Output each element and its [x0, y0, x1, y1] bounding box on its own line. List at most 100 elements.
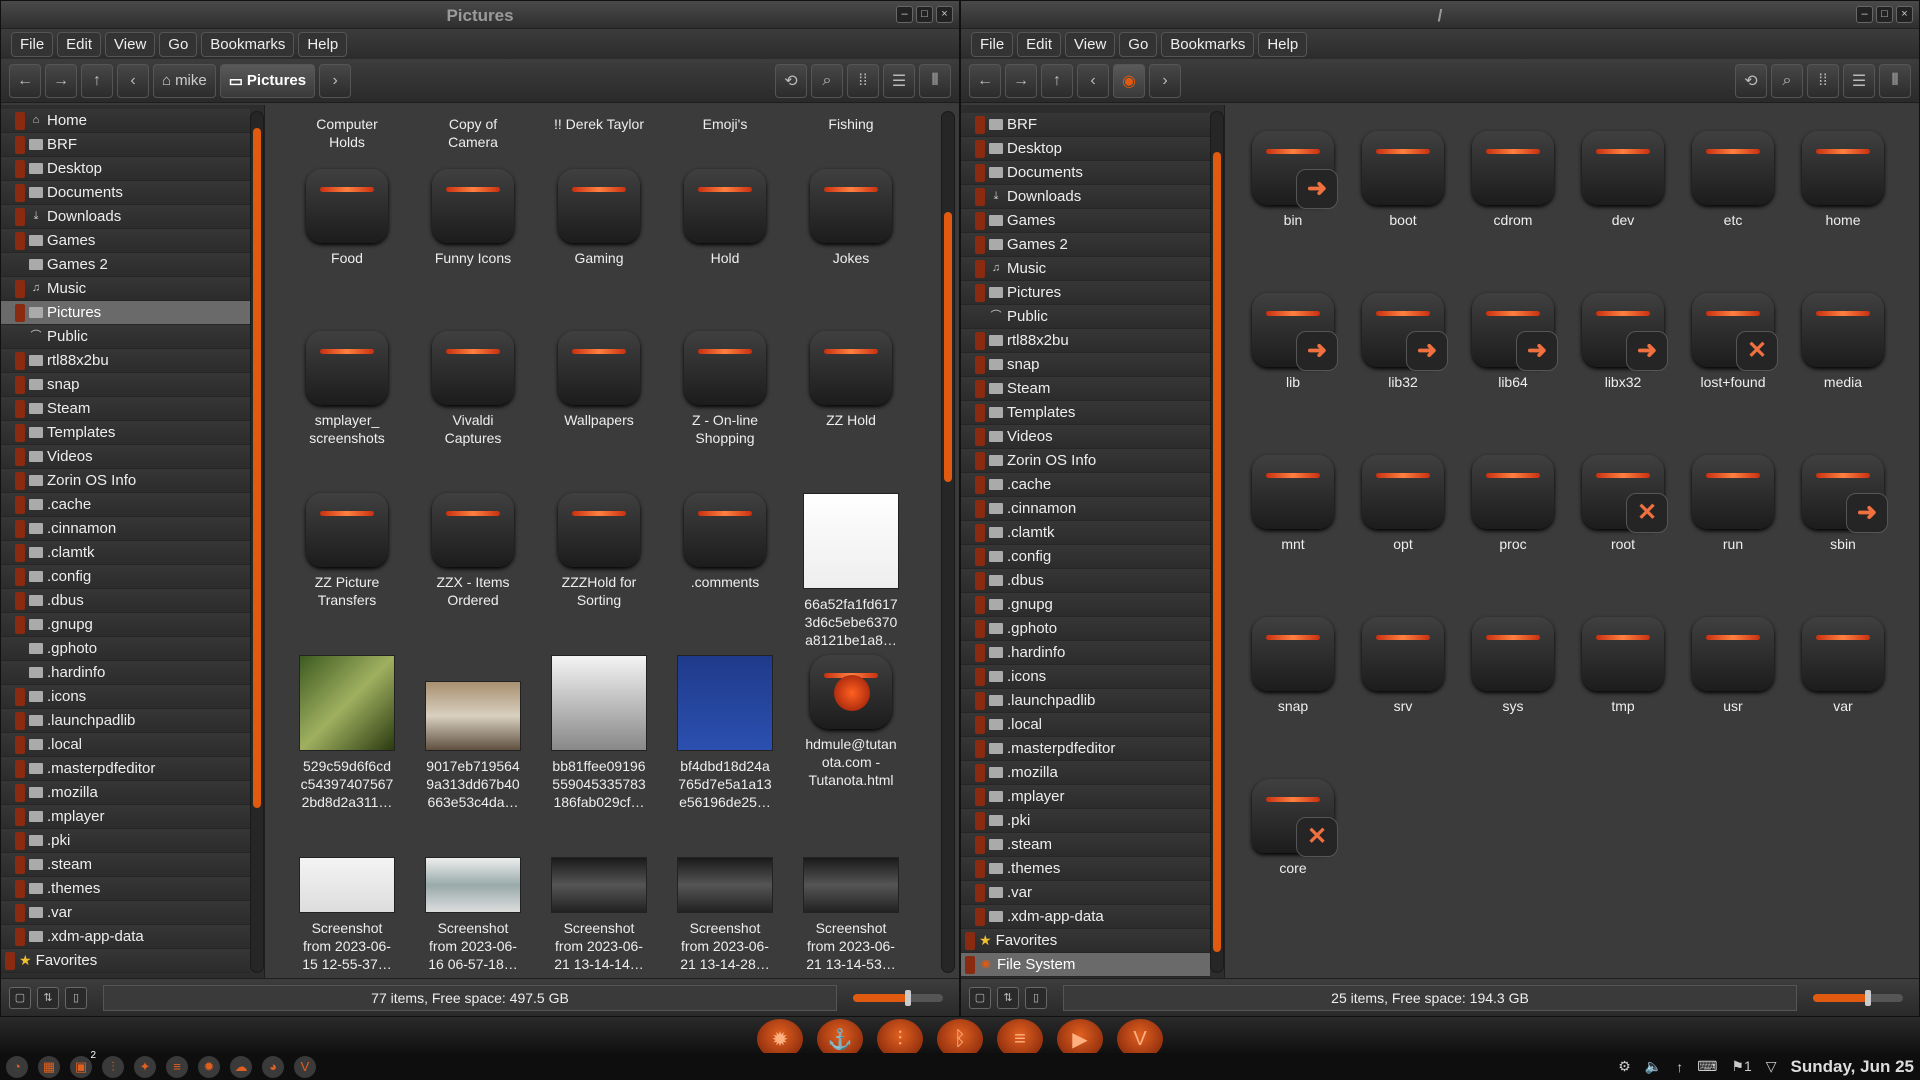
sidebar-item-gphoto[interactable]: .gphoto	[961, 617, 1210, 641]
file-item[interactable]: ✕ root	[1571, 455, 1675, 553]
expander-icon[interactable]	[975, 667, 985, 686]
file-item[interactable]: tmp	[1571, 617, 1675, 715]
sidebar-item-hardinfo[interactable]: .hardinfo	[1, 661, 250, 685]
file-item[interactable]: cdrom	[1461, 131, 1565, 229]
expander-icon[interactable]	[15, 735, 25, 754]
file-item[interactable]: Gaming	[537, 169, 661, 267]
expander-icon[interactable]	[975, 571, 985, 590]
icon-view-button[interactable]: ⁞⁞	[1807, 63, 1839, 98]
expander-icon[interactable]	[15, 807, 25, 826]
expander-icon[interactable]	[975, 355, 985, 374]
expander-icon[interactable]	[975, 715, 985, 734]
start-menu-icon[interactable]: ◔	[6, 1055, 28, 1078]
file-item[interactable]: srv	[1351, 617, 1455, 715]
sidebar-item-pictures[interactable]: Pictures	[961, 281, 1210, 305]
menu-file[interactable]: File	[11, 31, 54, 57]
expander-icon[interactable]	[15, 399, 25, 418]
expander-icon[interactable]	[975, 595, 985, 614]
sidebar-item-favorites[interactable]: ★ Favorites	[1, 949, 250, 973]
expander-icon[interactable]	[15, 903, 25, 922]
wifi-icon[interactable]: ▽	[1766, 1058, 1777, 1075]
sidebar-item-brf[interactable]: BRF	[961, 113, 1210, 137]
sidebar-item-mozilla[interactable]: .mozilla	[1, 781, 250, 805]
menu-help[interactable]: Help	[298, 31, 348, 57]
sidebar-item-clamtk[interactable]: .clamtk	[1, 541, 250, 565]
expander-icon[interactable]	[15, 375, 25, 394]
titlebar[interactable]: / – □ ×	[961, 1, 1919, 29]
sidebar-item-videos[interactable]: Videos	[961, 425, 1210, 449]
expander-icon[interactable]	[15, 927, 25, 946]
file-item[interactable]: Vivaldi Captures	[411, 331, 535, 447]
breadcrumb-mike[interactable]: ⌂ mike	[153, 63, 216, 98]
mixer-icon[interactable]: ⫶	[102, 1055, 124, 1078]
sidebar-item-themes[interactable]: .themes	[961, 857, 1210, 881]
sidebar-item-gphoto[interactable]: .gphoto	[1, 637, 250, 661]
expander-icon[interactable]	[975, 403, 985, 422]
expander-icon[interactable]	[975, 523, 985, 542]
sidebar-item-rtl88x2bu[interactable]: rtl88x2bu	[1, 349, 250, 373]
sidebar-item-themes[interactable]: .themes	[1, 877, 250, 901]
sidebar-item-snap[interactable]: snap	[961, 353, 1210, 377]
sidebar-item-mplayer[interactable]: .mplayer	[961, 785, 1210, 809]
up-button[interactable]: ↑	[81, 63, 113, 98]
sidebar-item-zorin-os-info[interactable]: Zorin OS Info	[961, 449, 1210, 473]
expander-icon[interactable]	[975, 499, 985, 518]
search-button[interactable]: ⌕	[1771, 63, 1803, 98]
file-item[interactable]: 66a52fa1fd617 3d6c5ebe6370 a8121be1a8…	[789, 493, 913, 649]
file-item[interactable]: media	[1791, 293, 1895, 391]
file-item[interactable]: bf4dbd18d24a 765d7e5a1a13 e56196de25…	[663, 655, 787, 811]
list-view-button[interactable]: ☰	[1843, 63, 1875, 98]
sidebar-item-launchpadlib[interactable]: .launchpadlib	[961, 689, 1210, 713]
sidebar-item-mozilla[interactable]: .mozilla	[961, 761, 1210, 785]
titlebar[interactable]: Pictures – □ ×	[1, 1, 959, 29]
expander-icon[interactable]	[15, 543, 25, 562]
sidebar-item-games[interactable]: Games	[1, 229, 250, 253]
breadcrumb-left-button[interactable]: ‹	[1077, 63, 1109, 98]
file-item[interactable]: .comments	[663, 493, 787, 591]
back-button[interactable]: ←	[969, 63, 1001, 98]
sidebar-item-favorites[interactable]: ★ Favorites	[961, 929, 1210, 953]
sidebar-item-dbus[interactable]: .dbus	[961, 569, 1210, 593]
toggle-terminal-button[interactable]: ▯	[1025, 986, 1047, 1009]
compact-view-button[interactable]: ⦀	[919, 63, 951, 98]
expander-icon[interactable]	[15, 591, 25, 610]
file-item[interactable]: opt	[1351, 455, 1455, 553]
file-item[interactable]: Screenshot from 2023-06- 21 13-14-53…	[789, 817, 913, 973]
volume-icon[interactable]: 🔈	[1645, 1058, 1662, 1075]
file-item[interactable]: ZZZHold for Sorting	[537, 493, 661, 609]
expander-icon[interactable]	[975, 331, 985, 350]
expander-icon[interactable]	[965, 955, 975, 974]
sidebar-item-public[interactable]: ⌒ Public	[1, 325, 250, 349]
keyboard-icon[interactable]: ⌨	[1697, 1058, 1717, 1075]
expander-icon[interactable]	[975, 811, 985, 830]
file-item[interactable]: Emoji's	[663, 115, 787, 133]
breadcrumb-right-button[interactable]: ›	[319, 63, 352, 98]
expander-icon[interactable]	[975, 787, 985, 806]
expander-icon[interactable]	[15, 687, 25, 706]
sidebar-item-music[interactable]: ♫ Music	[1, 277, 250, 301]
file-item[interactable]: ➜ lib	[1241, 293, 1345, 391]
file-item[interactable]: Screenshot from 2023-06- 15 12-55-37…	[285, 817, 409, 973]
sidebar-item-gnupg[interactable]: .gnupg	[1, 613, 250, 637]
expander-icon[interactable]	[15, 855, 25, 874]
file-view-scrollbar[interactable]	[941, 111, 955, 973]
expander-icon[interactable]	[15, 183, 25, 202]
sidebar-item-mplayer[interactable]: .mplayer	[1, 805, 250, 829]
breadcrumb-left-button[interactable]: ‹	[117, 63, 149, 98]
file-item[interactable]: ➜ sbin	[1791, 455, 1895, 553]
expander-icon[interactable]	[15, 423, 25, 442]
sidebar-item-steam[interactable]: .steam	[1, 853, 250, 877]
expander-icon[interactable]	[15, 207, 25, 226]
file-item[interactable]: bb81ffee09196 559045335783 186fab029cf…	[537, 655, 661, 811]
expander-icon[interactable]	[15, 159, 25, 178]
file-item[interactable]: ZZ Hold	[789, 331, 913, 429]
reload-button[interactable]: ⟲	[1735, 63, 1767, 98]
expander-icon[interactable]	[5, 951, 15, 970]
file-item[interactable]: dev	[1571, 131, 1675, 229]
sidebar-item-brf[interactable]: BRF	[1, 133, 250, 157]
menu-bookmarks[interactable]: Bookmarks	[1161, 31, 1255, 57]
file-item[interactable]: proc	[1461, 455, 1565, 553]
sidebar-item-steam[interactable]: .steam	[961, 833, 1210, 857]
file-item[interactable]: ✕ core	[1241, 779, 1345, 877]
sidebar-item-desktop[interactable]: Desktop	[1, 157, 250, 181]
